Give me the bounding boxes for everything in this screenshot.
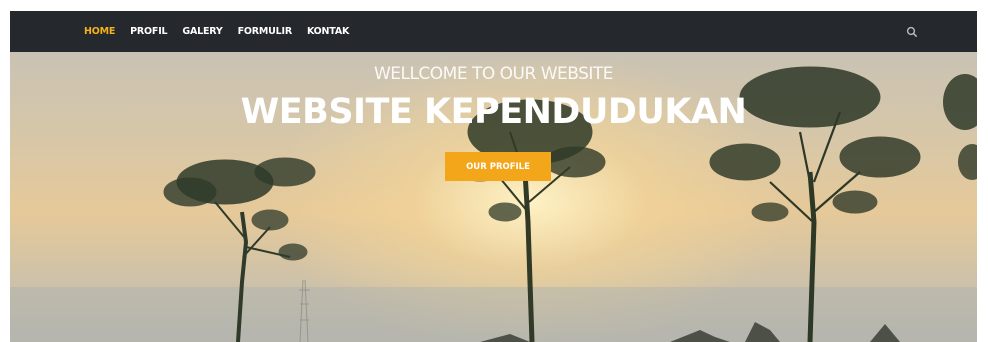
our-profile-button[interactable]: OUR PROFILE [445,152,551,181]
nav-item-galery[interactable]: GALERY [182,26,222,37]
hero-banner: WELLCOME TO OUR WEBSITE WEBSITE KEPENDUD… [10,52,977,342]
top-navbar: HOME PROFIL GALERY FORMULIR KONTAK [10,11,977,52]
nav-menu: HOME PROFIL GALERY FORMULIR KONTAK [84,11,364,52]
nav-item-kontak[interactable]: KONTAK [307,26,349,37]
search-icon[interactable] [905,25,919,39]
hero-title: WEBSITE KEPENDUDUKAN [240,92,747,132]
nav-item-home[interactable]: HOME [84,26,115,37]
hero-subtitle: WELLCOME TO OUR WEBSITE [373,64,614,84]
nav-item-formulir[interactable]: FORMULIR [238,26,293,37]
nav-item-profil[interactable]: PROFIL [130,26,167,37]
